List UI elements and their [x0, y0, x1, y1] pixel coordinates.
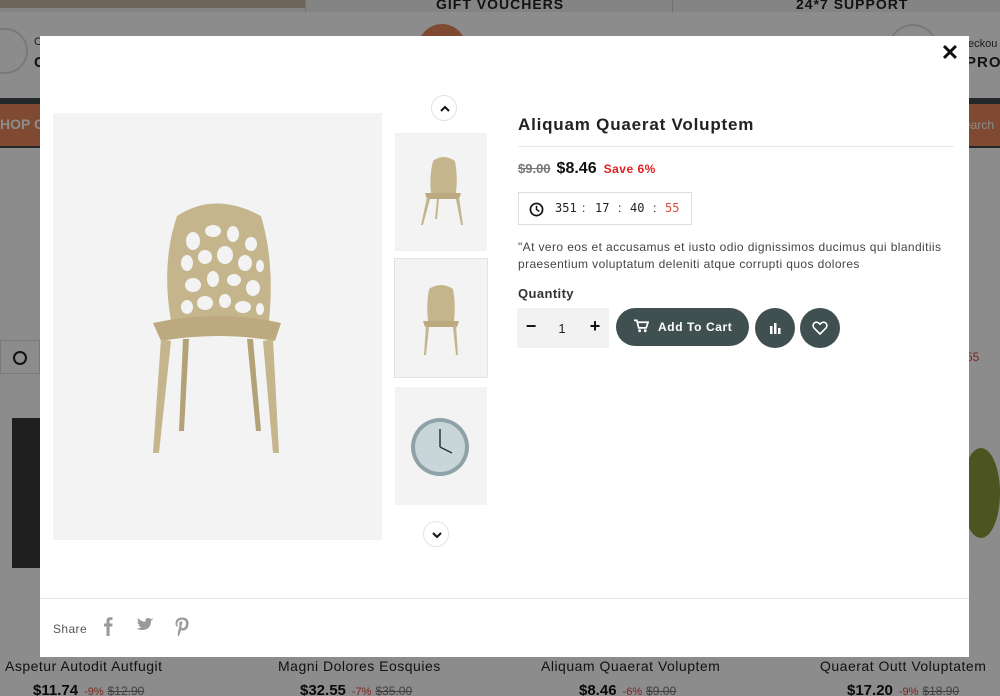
countdown-separator: : [582, 201, 586, 215]
divider [40, 598, 969, 599]
thumbnail-prev-button[interactable] [431, 95, 457, 121]
countdown-minutes: 40 [630, 201, 645, 215]
countdown-days: 351 [555, 201, 577, 215]
quantity-label: Quantity [518, 286, 574, 301]
old-price: $9.00 [518, 161, 551, 176]
close-button[interactable]: ✕ [940, 42, 960, 64]
quantity-stepper: − + [517, 308, 609, 348]
compare-button[interactable] [755, 308, 795, 348]
heart-icon [812, 321, 828, 336]
divider [518, 146, 954, 147]
twitter-icon[interactable] [136, 617, 154, 633]
facebook-icon[interactable] [102, 617, 114, 637]
pinterest-icon[interactable] [174, 617, 190, 637]
chair-icon [423, 285, 459, 355]
price-row: $9.00 $8.46 Save 6% [518, 160, 656, 178]
quantity-increase-button[interactable]: + [585, 316, 605, 340]
thumbnail-next-button[interactable] [423, 521, 449, 547]
bar-chart-icon [770, 323, 781, 334]
thumbnail-item[interactable] [395, 387, 487, 505]
thumbnail-item[interactable] [395, 259, 487, 377]
chevron-down-icon [432, 532, 442, 539]
current-price: $8.46 [556, 160, 597, 177]
save-badge: Save 6% [603, 162, 656, 176]
quick-view-modal: ✕ Aliquam Quaerat Voluptem $9.00 $8.46 S… [40, 36, 969, 657]
chair-icon [153, 203, 281, 453]
deal-countdown: 351 : 17 : 40 : 55 [518, 192, 692, 225]
add-to-cart-label: Add To Cart [658, 320, 733, 334]
clock-icon [529, 202, 544, 217]
quantity-decrease-button[interactable]: − [521, 316, 541, 340]
main-product-image[interactable] [53, 113, 382, 540]
wishlist-button[interactable] [800, 308, 840, 348]
chair-icon [421, 157, 463, 225]
cart-icon [634, 319, 649, 333]
countdown-separator: : [618, 201, 622, 215]
chevron-up-icon [440, 105, 450, 112]
countdown-seconds: 55 [665, 201, 680, 215]
share-label: Share [53, 622, 88, 636]
wall-clock-icon [411, 418, 469, 476]
add-to-cart-button[interactable]: Add To Cart [616, 308, 749, 346]
countdown-hours: 17 [595, 201, 610, 215]
product-description: "At vero eos et accusamus et iusto odio … [518, 240, 942, 271]
quantity-input[interactable] [547, 318, 577, 338]
thumbnail-item[interactable] [395, 133, 487, 251]
countdown-separator: : [653, 201, 657, 215]
product-title: Aliquam Quaerat Voluptem [518, 115, 755, 134]
